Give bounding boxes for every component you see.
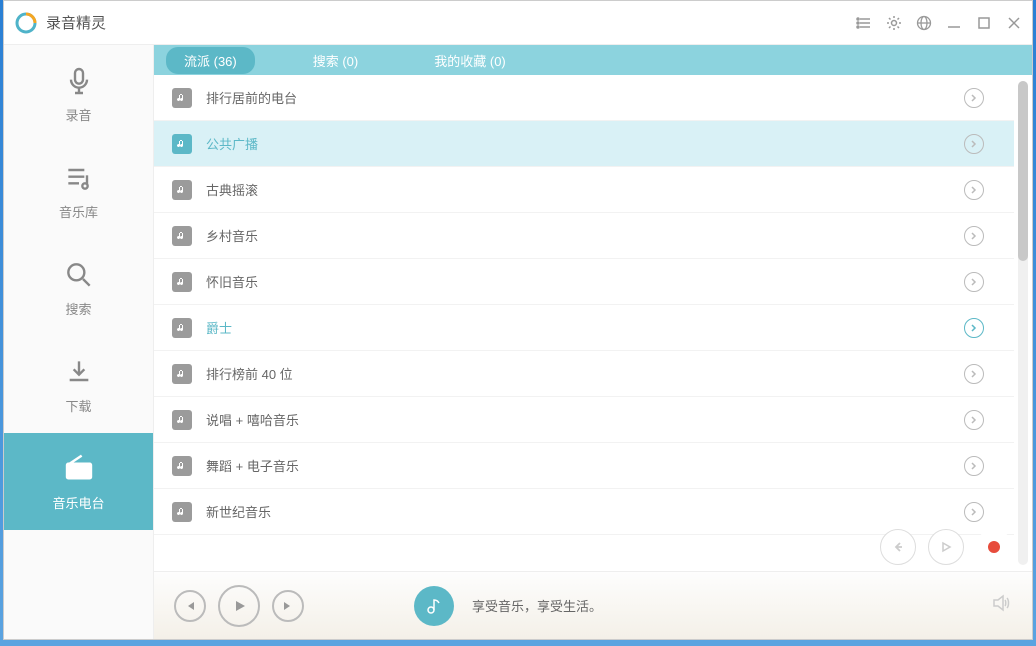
chevron-right-icon: [964, 364, 984, 384]
list-item[interactable]: 乡村音乐: [154, 213, 1014, 259]
now-playing-icon: [414, 586, 454, 626]
tab-search[interactable]: 搜索 (0): [295, 47, 377, 74]
close-icon[interactable]: [1006, 15, 1022, 31]
sidebar-item-label: 下载: [65, 396, 91, 415]
list-item[interactable]: 爵士: [154, 305, 1014, 351]
list-item-label: 怀旧音乐: [206, 272, 964, 291]
chevron-right-icon: [964, 88, 984, 108]
globe-icon[interactable]: [916, 15, 932, 31]
back-button[interactable]: [880, 529, 916, 565]
music-note-icon: [172, 502, 192, 522]
chevron-right-icon: [964, 134, 984, 154]
titlebar: 录音精灵: [4, 1, 1032, 45]
chevron-right-icon: [964, 272, 984, 292]
genre-list: 排行居前的电台 公共广播 古典摇滚 乡村: [154, 75, 1014, 571]
sidebar-item-label: 搜索: [65, 299, 91, 318]
chevron-right-icon: [964, 456, 984, 476]
list-item-label: 古典摇滚: [206, 180, 964, 199]
chevron-right-icon: [964, 180, 984, 200]
sidebar-item-download[interactable]: 下载: [4, 336, 153, 433]
list-item[interactable]: 舞蹈 + 电子音乐: [154, 443, 1014, 489]
list-item-label: 舞蹈 + 电子音乐: [206, 456, 964, 475]
library-icon: [63, 162, 95, 194]
app-title: 录音精灵: [46, 12, 856, 33]
player-bar: 享受音乐，享受生活。: [154, 571, 1032, 639]
playback-controls: [174, 585, 304, 627]
chevron-right-icon: [964, 502, 984, 522]
music-note-icon: [172, 410, 192, 430]
list-item[interactable]: 古典摇滚: [154, 167, 1014, 213]
prev-button[interactable]: [174, 590, 206, 622]
download-icon: [63, 356, 95, 388]
list-item-label: 公共广播: [206, 134, 964, 153]
list-item[interactable]: 排行榜前 40 位: [154, 351, 1014, 397]
now-playing: 享受音乐，享受生活。: [414, 586, 602, 626]
list-item-label: 说唱 + 嘻哈音乐: [206, 410, 964, 429]
sidebar: 录音 音乐库 搜索 下载 音乐电台: [4, 45, 154, 639]
list-icon[interactable]: [856, 15, 872, 31]
list-item-label: 排行榜前 40 位: [206, 364, 964, 383]
sidebar-item-library[interactable]: 音乐库: [4, 142, 153, 239]
volume-icon[interactable]: [990, 592, 1012, 619]
play-pause-button[interactable]: [218, 585, 260, 627]
app-logo-icon: [14, 11, 38, 35]
chevron-right-icon: [964, 226, 984, 246]
tab-favorites[interactable]: 我的收藏 (0): [416, 47, 524, 74]
play-button[interactable]: [928, 529, 964, 565]
music-note-icon: [172, 226, 192, 246]
music-note-icon: [172, 88, 192, 108]
sidebar-item-search[interactable]: 搜索: [4, 239, 153, 336]
sidebar-item-label: 录音: [65, 105, 91, 124]
list-item-label: 新世纪音乐: [206, 502, 964, 521]
radio-icon: [63, 453, 95, 485]
titlebar-actions: [856, 15, 1022, 31]
maximize-icon[interactable]: [976, 15, 992, 31]
record-button[interactable]: [976, 529, 1012, 565]
list-area: 排行居前的电台 公共广播 古典摇滚 乡村: [154, 75, 1032, 571]
music-note-icon: [172, 134, 192, 154]
sidebar-item-label: 音乐电台: [52, 493, 104, 512]
list-item[interactable]: 说唱 + 嘻哈音乐: [154, 397, 1014, 443]
music-note-icon: [172, 318, 192, 338]
search-icon: [63, 259, 95, 291]
main-panel: 流派 (36) 搜索 (0) 我的收藏 (0) 排行居前的电台 公共广播: [154, 45, 1032, 639]
minimize-icon[interactable]: [946, 15, 962, 31]
list-item[interactable]: 怀旧音乐: [154, 259, 1014, 305]
chevron-right-icon: [964, 318, 984, 338]
recording-controls: [880, 529, 1012, 565]
tabs-bar: 流派 (36) 搜索 (0) 我的收藏 (0): [154, 45, 1032, 75]
list-item[interactable]: 公共广播: [154, 121, 1014, 167]
scrollbar-thumb[interactable]: [1018, 81, 1028, 261]
chevron-right-icon: [964, 410, 984, 430]
sidebar-item-radio[interactable]: 音乐电台: [4, 433, 153, 530]
list-item-label: 排行居前的电台: [206, 88, 964, 107]
sidebar-item-label: 音乐库: [59, 202, 98, 221]
record-dot-icon: [988, 541, 1000, 553]
tab-genre[interactable]: 流派 (36): [166, 47, 255, 74]
music-note-icon: [172, 180, 192, 200]
list-item-label: 爵士: [206, 318, 964, 337]
list-item[interactable]: 排行居前的电台: [154, 75, 1014, 121]
scrollbar[interactable]: [1018, 81, 1028, 565]
music-note-icon: [172, 456, 192, 476]
app-body: 录音 音乐库 搜索 下载 音乐电台 流派 (36) 搜索 (0): [4, 45, 1032, 639]
music-note-icon: [172, 364, 192, 384]
app-window: 录音精灵 录音 音乐库 搜索 下载: [3, 0, 1033, 640]
next-button[interactable]: [272, 590, 304, 622]
gear-icon[interactable]: [886, 15, 902, 31]
sidebar-item-record[interactable]: 录音: [4, 45, 153, 142]
player-status-text: 享受音乐，享受生活。: [472, 596, 602, 615]
music-note-icon: [172, 272, 192, 292]
list-item-label: 乡村音乐: [206, 226, 964, 245]
mic-icon: [63, 65, 95, 97]
